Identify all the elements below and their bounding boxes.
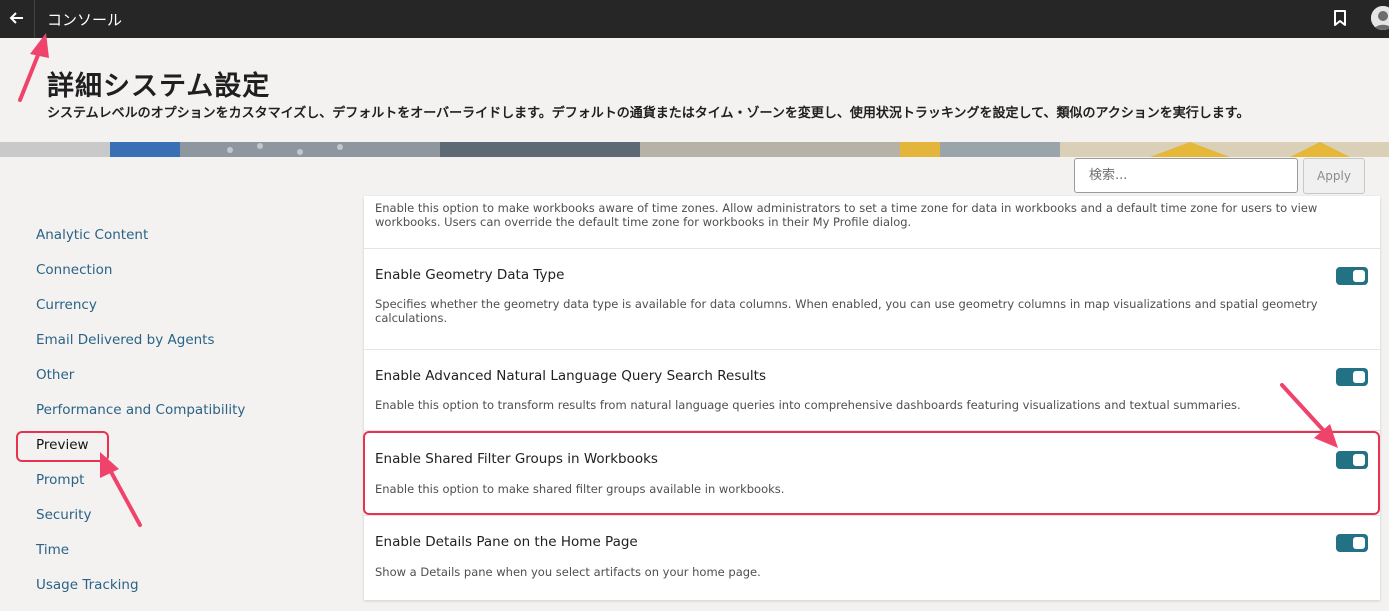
setting-row-advanced-nlq: Enable Advanced Natural Language Query S… bbox=[364, 350, 1380, 431]
setting-description: Show a Details pane when you select arti… bbox=[375, 565, 761, 579]
setting-row-details-pane: Enable Details Pane on the Home Page Sho… bbox=[364, 516, 1380, 600]
top-bar: コンソール bbox=[0, 0, 1389, 38]
back-button[interactable] bbox=[6, 7, 28, 29]
toggle-knob bbox=[1353, 270, 1365, 282]
toggle-knob bbox=[1353, 537, 1365, 549]
console-breadcrumb[interactable]: コンソール bbox=[47, 9, 122, 30]
shared-filter-highlight-box bbox=[363, 431, 1380, 515]
setting-title: Enable Details Pane on the Home Page bbox=[375, 534, 638, 550]
user-avatar-icon bbox=[1371, 6, 1389, 30]
preview-highlight-box bbox=[16, 431, 109, 462]
search-input[interactable] bbox=[1074, 158, 1298, 193]
page-description: システムレベルのオプションをカスタマイズし、デフォルトをオーバーライドします。デ… bbox=[47, 106, 1250, 121]
bookmark-icon bbox=[1334, 10, 1346, 26]
sidebar-item-connection[interactable]: Connection bbox=[36, 262, 112, 278]
topbar-divider bbox=[34, 0, 35, 38]
settings-panel: Enable this option to make workbooks awa… bbox=[364, 196, 1380, 600]
page-title: 詳細システム設定 bbox=[47, 71, 271, 102]
page-header: 詳細システム設定 システムレベルのオプションをカスタマイズし、デフォルトをオーバ… bbox=[0, 38, 1389, 142]
header-banner-image bbox=[0, 142, 1389, 157]
setting-title: Enable Advanced Natural Language Query S… bbox=[375, 368, 766, 384]
setting-description: Specifies whether the geometry data type… bbox=[375, 297, 1318, 325]
setting-row-geometry-data-type: Enable Geometry Data Type Specifies whet… bbox=[364, 249, 1380, 350]
toggle-knob bbox=[1353, 371, 1365, 383]
sidebar-item-time[interactable]: Time bbox=[36, 542, 69, 558]
sidebar-item-email-delivered-by-agents[interactable]: Email Delivered by Agents bbox=[36, 332, 215, 348]
sidebar-item-currency[interactable]: Currency bbox=[36, 297, 97, 313]
geometry-data-type-toggle[interactable] bbox=[1336, 267, 1368, 285]
apply-button[interactable]: Apply bbox=[1303, 158, 1365, 194]
sidebar-item-prompt[interactable]: Prompt bbox=[36, 472, 84, 488]
arrow-to-preview-icon bbox=[100, 452, 142, 527]
arrow-left-icon bbox=[9, 12, 23, 24]
setting-row-time-zone: Enable this option to make workbooks awa… bbox=[364, 196, 1380, 249]
bookmark-button[interactable] bbox=[1332, 9, 1348, 27]
sidebar-item-other[interactable]: Other bbox=[36, 367, 74, 383]
sidebar-item-analytic-content[interactable]: Analytic Content bbox=[36, 227, 148, 243]
sidebar-item-security[interactable]: Security bbox=[36, 507, 91, 523]
details-pane-toggle[interactable] bbox=[1336, 534, 1368, 552]
setting-description: Enable this option to make workbooks awa… bbox=[375, 201, 1318, 229]
sidebar-item-performance-and-compatibility[interactable]: Performance and Compatibility bbox=[36, 402, 245, 418]
setting-description: Enable this option to transform results … bbox=[375, 398, 1241, 412]
avatar[interactable] bbox=[1371, 6, 1389, 30]
sidebar-item-usage-tracking[interactable]: Usage Tracking bbox=[36, 577, 139, 593]
advanced-nlq-toggle[interactable] bbox=[1336, 368, 1368, 386]
setting-title: Enable Geometry Data Type bbox=[375, 267, 565, 283]
